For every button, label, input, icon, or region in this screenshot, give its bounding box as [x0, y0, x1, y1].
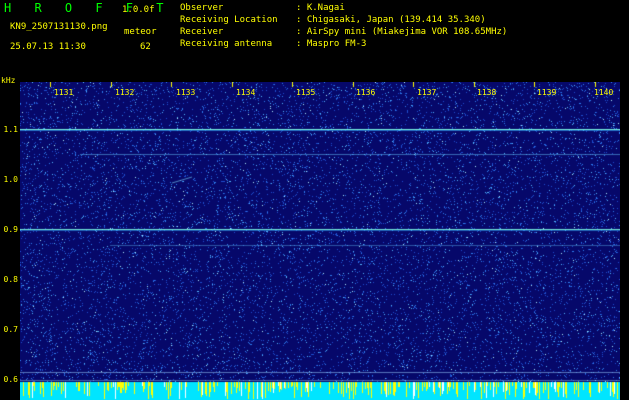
info-observer-value: : K.Nagai	[296, 3, 345, 13]
x-tick-1133: 1133	[176, 88, 196, 97]
info-antenna-value: : Maspro FM-3	[296, 39, 367, 49]
y-tick-0-8: 0.8	[3, 275, 18, 284]
x-tick-1136: 1136	[356, 88, 376, 97]
timestamp-label: 25.07.13 11:30	[10, 42, 86, 52]
x-tick-1138: 1138	[477, 88, 497, 97]
mode-label: meteor	[124, 27, 157, 37]
x-tick-1132: 1132	[115, 88, 135, 97]
y-tick-0-9: 0.9	[3, 225, 18, 234]
y-tick-1-0: 1.0	[3, 175, 18, 184]
info-receiver-value: : AirSpy mini (Miakejima VOR 108.65MHz)	[296, 27, 508, 37]
x-tick-1140: 1140	[594, 88, 614, 97]
spectrogram-canvas	[20, 82, 620, 400]
y-tick-1-1: 1.1	[3, 125, 18, 134]
filename-label: KN9_2507131130.png	[10, 22, 108, 32]
info-location-label: Receiving Location	[180, 15, 278, 25]
y-tick-0-6: 0.6	[3, 375, 18, 384]
x-tick-1131: 1131	[54, 88, 74, 97]
version-label: 1.0.0f	[122, 5, 155, 15]
x-tick-1139: 1139	[537, 88, 557, 97]
info-observer-label: Observer	[180, 3, 224, 13]
y-axis-unit: kHz	[1, 76, 16, 85]
spectrogram-image: 1131 1132 1133 1134 1135 1136 1137 1138 …	[20, 82, 620, 400]
x-tick-1137: 1137	[417, 88, 437, 97]
x-tick-1134: 1134	[236, 88, 256, 97]
info-receiver-label: Receiver	[180, 27, 224, 37]
spectrogram-panel: kHz 1.1 1.0 0.9 0.8 0.7 0.6 1131 1132 11…	[0, 75, 629, 400]
y-tick-0-7: 0.7	[3, 325, 18, 334]
info-location-value: : Chigasaki, Japan (139.414 35.340)	[296, 15, 486, 25]
count-label: 62	[140, 42, 151, 52]
x-tick-1135: 1135	[296, 88, 316, 97]
header-panel: H R O F F T 1.0.0f KN9_2507131130.png me…	[0, 0, 629, 75]
info-antenna-label: Receiving antenna	[180, 39, 273, 49]
